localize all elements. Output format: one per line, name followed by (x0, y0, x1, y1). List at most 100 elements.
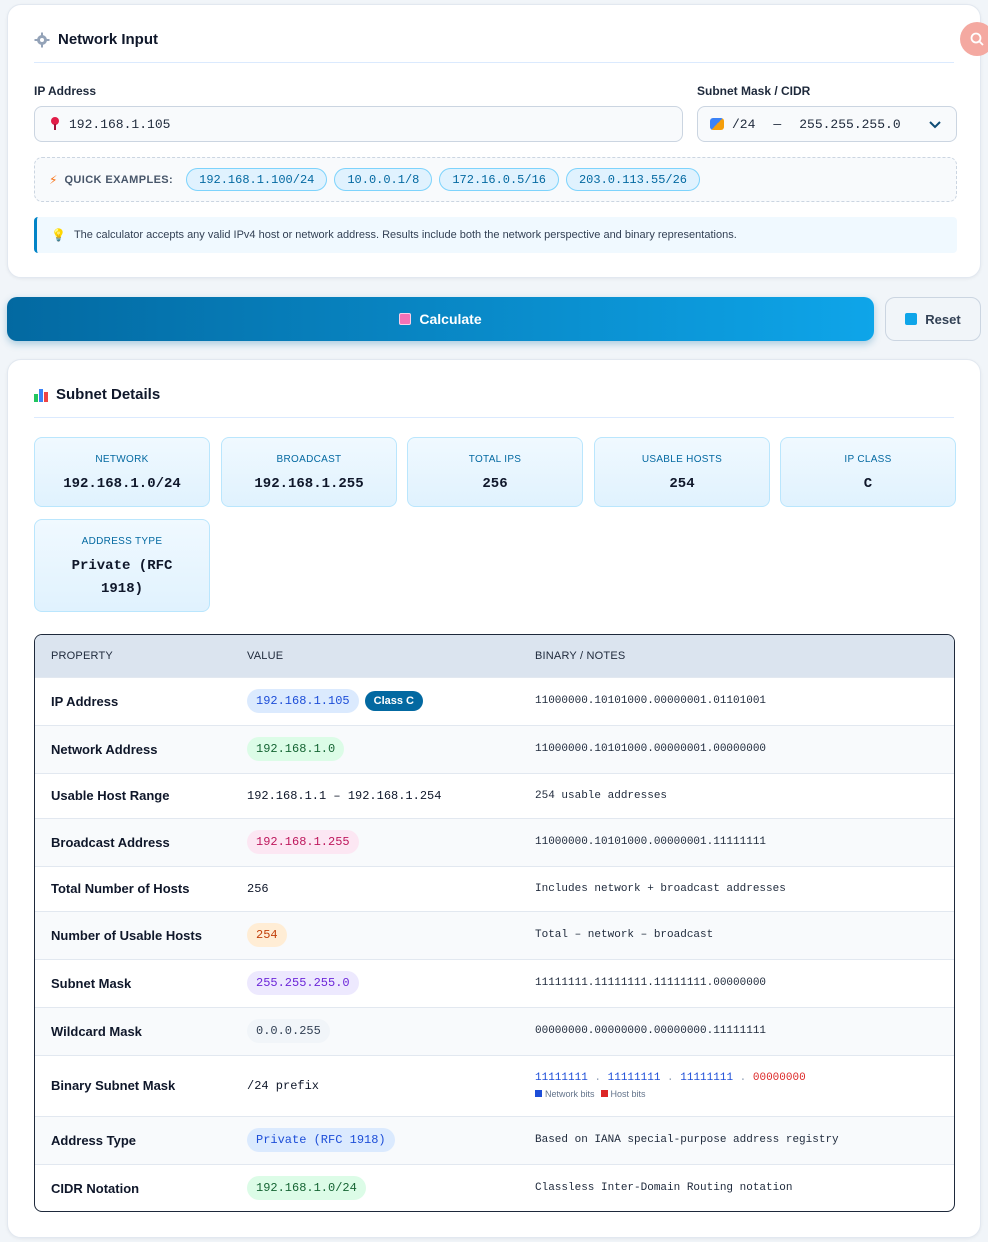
stat-label: ADDRESS TYPE (81, 536, 163, 547)
bar-chart-icon (34, 388, 48, 402)
column-header: VALUE (247, 649, 284, 662)
table-row: Subnet Mask 255.255.255.0 11111111.11111… (35, 958, 954, 1007)
property-cell: Broadcast Address (35, 817, 247, 866)
column-header: BINARY / NOTES (535, 649, 626, 662)
stat-value: 256 (482, 476, 508, 492)
class-badge: Class C (364, 691, 423, 711)
abacus-icon (399, 313, 412, 325)
notes-cell: 11111111 . 11111111 . 11111111 . 0000000… (535, 1054, 954, 1116)
subnet-details-title: Subnet Details (34, 386, 160, 403)
value-cell: 192.168.1.1 – 192.168.1.254 (247, 772, 535, 818)
stat-card-ip-class: IP CLASS C (780, 437, 956, 507)
info-note: 💡 The calculator accepts any valid IPv4 … (34, 217, 957, 253)
value-cell: 0.0.0.255 (247, 1006, 535, 1055)
pin-icon (49, 117, 61, 131)
property-cell: IP Address (35, 676, 247, 725)
property-cell: Address Type (35, 1115, 247, 1164)
stat-value: C (863, 476, 873, 492)
notes-cell: Based on IANA special-purpose address re… (535, 1115, 954, 1164)
value-cell: 256 (247, 865, 535, 911)
lightbulb-icon: 💡 (51, 228, 66, 242)
notes-cell: 11111111.11111111.11111111.00000000 (535, 958, 954, 1007)
stat-card-network: NETWORK 192.168.1.0/24 (34, 437, 210, 507)
mask-icon (710, 118, 724, 130)
table-row: IP Address 192.168.1.105 Class C 11000000… (35, 676, 954, 725)
reset-label: Reset (925, 311, 961, 327)
network-bits: 11111111 (607, 1072, 661, 1084)
property-cell: Total Number of Hosts (35, 865, 247, 911)
stat-label: TOTAL IPS (468, 454, 522, 465)
search-button[interactable] (960, 22, 988, 56)
broadcast-address-pill: 192.168.1.255 (247, 830, 359, 854)
ip-address-label: IP Address (34, 84, 97, 98)
network-input-title-text: Network Input (58, 31, 158, 48)
notes-cell: Classless Inter-Domain Routing notation (535, 1163, 954, 1211)
stat-card-total-ips: TOTAL IPS 256 (407, 437, 583, 507)
table-row: Total Number of Hosts 256 Includes netwo… (35, 865, 954, 911)
network-bits: 11111111 (535, 1072, 588, 1084)
subnet-details-card: Subnet Details NETWORK 192.168.1.0/24 BR… (7, 359, 981, 1238)
quick-example-chip[interactable]: 172.16.0.5/16 (439, 168, 559, 191)
notes-cell: 254 usable addresses (535, 772, 954, 818)
mask-separator: — (773, 116, 782, 132)
network-bits: 11111111 (680, 1072, 734, 1084)
property-cell: Usable Host Range (35, 772, 247, 818)
subnet-details-title-text: Subnet Details (56, 386, 161, 403)
network-input-card: Network Input IP Address Subnet Mask / C… (7, 4, 981, 278)
table-row: Wildcard Mask 0.0.0.255 00000000.0000000… (35, 1006, 954, 1055)
value-cell: 192.168.1.105 Class C (247, 676, 535, 725)
ip-address-value: 192.168.1.105 (69, 116, 171, 132)
table-header-row: PROPERTY VALUE BINARY / NOTES (35, 635, 954, 677)
info-note-text: The calculator accepts any valid IPv4 ho… (73, 229, 737, 241)
ip-address-pill: 192.168.1.105 (247, 689, 359, 713)
network-address-pill: 192.168.1.0 (247, 737, 345, 761)
subnet-details-table: PROPERTY VALUE BINARY / NOTES IP Address… (34, 634, 955, 1212)
subnet-mask-label: Subnet Mask / CIDR (697, 84, 811, 98)
subnet-mask-select[interactable]: /24 — 255.255.255.0 (697, 106, 957, 142)
value-cell: Private (RFC 1918) (247, 1115, 535, 1164)
notes-cell: 11000000.10101000.00000001.00000000 (535, 724, 954, 773)
stat-value: Private (RFC 1918) (71, 558, 173, 597)
host-bits: 00000000 (752, 1072, 806, 1084)
stat-card-broadcast: BROADCAST 192.168.1.255 (221, 437, 397, 507)
value-cell: 254 (247, 910, 535, 959)
value-cell: 255.255.255.0 (247, 958, 535, 1007)
subnet-mask-pill: 255.255.255.0 (247, 971, 359, 995)
ip-address-input[interactable]: 192.168.1.105 (34, 106, 683, 142)
divider (34, 417, 954, 418)
value-cell: 192.168.1.255 (247, 817, 535, 866)
stat-value: 192.168.1.255 (254, 476, 364, 492)
table-row: Usable Host Range 192.168.1.1 – 192.168.… (35, 772, 954, 818)
table-row: Number of Usable Hosts 254 Total – netwo… (35, 910, 954, 959)
table-row: Broadcast Address 192.168.1.255 11000000… (35, 817, 954, 866)
reset-button[interactable]: Reset (885, 297, 981, 341)
column-header: PROPERTY (51, 649, 113, 662)
notes-cell: Includes network + broadcast addresses (535, 865, 954, 911)
quick-example-chip[interactable]: 203.0.113.55/26 (565, 168, 701, 191)
notes-cell: 11000000.10101000.00000001.11111111 (535, 817, 954, 866)
mask-cidr: /24 (732, 116, 756, 132)
usable-hosts-pill: 254 (247, 923, 287, 947)
value-cell: 192.168.1.0 (247, 724, 535, 773)
address-type-pill: Private (RFC 1918) (247, 1128, 395, 1152)
bits-legend: Network bits Host bits (535, 1089, 954, 1099)
property-cell: Binary Subnet Mask (35, 1054, 247, 1116)
calculate-button[interactable]: Calculate (7, 297, 874, 341)
table-row: Address Type Private (RFC 1918) Based on… (35, 1115, 954, 1164)
binary-mask: 11111111 . 11111111 . 11111111 . 0000000… (535, 1072, 806, 1084)
chevron-down-icon (929, 121, 941, 129)
stat-value: 254 (669, 476, 695, 492)
quick-example-chip[interactable]: 192.168.1.100/24 (186, 168, 328, 191)
stat-card-usable-hosts: USABLE HOSTS 254 (594, 437, 770, 507)
calculate-label: Calculate (419, 311, 482, 327)
quick-example-chip[interactable]: 10.0.0.1/8 (334, 168, 433, 191)
mask-dotted: 255.255.255.0 (799, 116, 901, 132)
value-cell: 192.168.1.0/24 (247, 1163, 535, 1211)
network-input-title: Network Input (34, 31, 158, 48)
property-cell: Subnet Mask (35, 958, 247, 1007)
notes-cell: 11000000.10101000.00000001.01101001 (535, 676, 954, 725)
table-row: CIDR Notation 192.168.1.0/24 Classless I… (35, 1163, 954, 1211)
stat-card-address-type: ADDRESS TYPE Private (RFC 1918) (34, 519, 210, 612)
wildcard-mask-pill: 0.0.0.255 (247, 1019, 330, 1043)
refresh-icon (905, 313, 918, 325)
